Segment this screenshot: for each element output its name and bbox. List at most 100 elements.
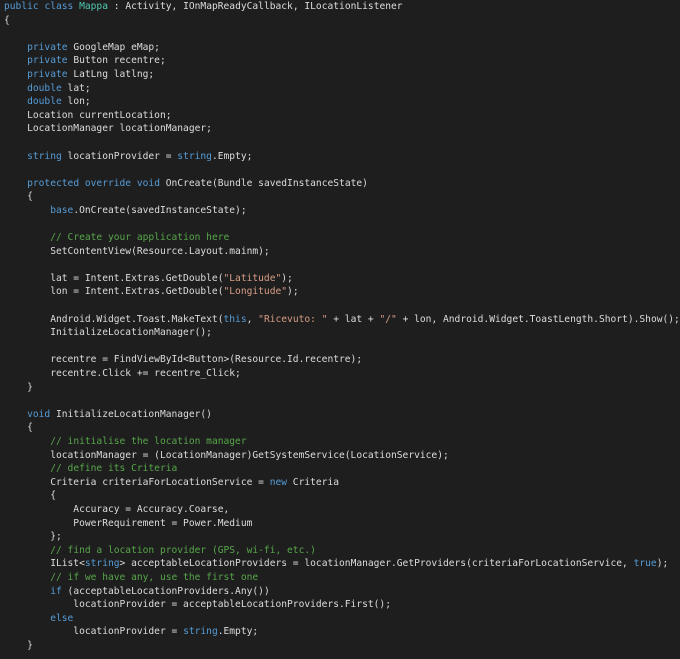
code-line[interactable] xyxy=(0,163,680,177)
code-line[interactable] xyxy=(0,258,680,272)
code-line[interactable]: }; xyxy=(0,530,680,544)
code-token: ); xyxy=(281,272,293,284)
code-token: double xyxy=(27,96,62,108)
code-line[interactable]: LocationManager locationManager; xyxy=(0,122,680,136)
code-line[interactable]: IList<string> acceptableLocationProvider… xyxy=(0,557,680,571)
code-line[interactable]: double lon; xyxy=(0,95,680,109)
code-line[interactable] xyxy=(0,136,680,150)
code-line[interactable]: } xyxy=(0,381,680,395)
code-token: lat = Intent.Extras.GetDouble( xyxy=(4,272,224,284)
code-line[interactable] xyxy=(0,340,680,354)
code-token: private xyxy=(27,68,68,80)
code-line[interactable]: } xyxy=(0,639,680,653)
code-token: true xyxy=(633,558,657,570)
code-token: locationManager = (LocationManager)GetSy… xyxy=(4,449,449,461)
code-token: + lon, Android.Widget.ToastLength.Short)… xyxy=(396,313,680,325)
code-token: lon; xyxy=(61,96,91,108)
code-line[interactable]: public class Mappa : Activity, IOnMapRea… xyxy=(0,0,680,14)
code-line[interactable]: // if we have any, use the first one xyxy=(0,571,680,585)
code-token: PowerRequirement = Power.Medium xyxy=(4,517,253,529)
code-token: SetContentView(Resource.Layout.mainm); xyxy=(4,245,270,257)
code-token: class xyxy=(44,1,74,12)
code-line[interactable]: recentre.Click += recentre_Click; xyxy=(0,367,680,381)
code-line[interactable]: recentre = FindViewById<Button>(Resource… xyxy=(0,353,680,367)
code-line[interactable]: double lat; xyxy=(0,82,680,96)
code-line[interactable]: void InitializeLocationManager() xyxy=(0,408,680,422)
code-token: : Activity, IOnMapReadyCallback, ILocati… xyxy=(108,1,403,12)
code-token: double xyxy=(27,82,62,94)
code-line[interactable] xyxy=(0,218,680,232)
code-token: "Longitude" xyxy=(223,286,288,298)
code-line[interactable]: Location currentLocation; xyxy=(0,109,680,123)
code-line[interactable]: Android.Widget.Toast.MakeText(this, "Ric… xyxy=(0,313,680,327)
code-line[interactable]: private GoogleMap eMap; xyxy=(0,41,680,55)
code-line[interactable] xyxy=(0,27,680,41)
code-line[interactable] xyxy=(0,299,680,313)
code-token: "Latitude" xyxy=(223,272,282,284)
code-token: InitializeLocationManager() xyxy=(50,408,212,420)
code-line[interactable]: PowerRequirement = Power.Medium xyxy=(0,517,680,531)
code-line[interactable]: // define its Criteria xyxy=(0,462,680,476)
code-token: Location currentLocation; xyxy=(4,109,172,121)
code-line[interactable]: SetContentView(Resource.Layout.mainm); xyxy=(0,245,680,259)
code-token: string xyxy=(183,626,218,638)
code-line[interactable]: private Button recentre; xyxy=(0,54,680,68)
code-line[interactable]: InitializeLocationManager(); xyxy=(0,326,680,340)
code-token: string xyxy=(177,150,212,162)
code-line[interactable]: else xyxy=(0,612,680,626)
code-line[interactable]: lon = Intent.Extras.GetDouble("Longitude… xyxy=(0,285,680,299)
code-line[interactable]: lat = Intent.Extras.GetDouble("Latitude"… xyxy=(0,272,680,286)
code-editor[interactable]: public class Mappa : Activity, IOnMapRea… xyxy=(0,0,680,659)
code-line[interactable]: locationProvider = acceptableLocationPro… xyxy=(0,598,680,612)
code-token: (acceptableLocationProviders.Any()) xyxy=(61,585,270,597)
code-line[interactable]: // initialise the location manager xyxy=(0,435,680,449)
code-token: , xyxy=(246,313,259,325)
code-token: else xyxy=(50,612,74,624)
code-line[interactable]: Criteria criteriaForLocationService = ne… xyxy=(0,476,680,490)
code-line[interactable] xyxy=(0,394,680,408)
code-token: LocationManager locationManager; xyxy=(4,123,212,135)
code-token: recentre = FindViewById<Button>(Resource… xyxy=(4,354,363,366)
code-token: .OnCreate(savedInstanceState); xyxy=(73,204,247,216)
code-line[interactable]: base.OnCreate(savedInstanceState); xyxy=(0,204,680,218)
code-token: { xyxy=(4,490,56,502)
code-token: OnCreate(Bundle savedInstanceState) xyxy=(159,177,368,189)
code-line[interactable]: private LatLng latlng; xyxy=(0,68,680,82)
code-line[interactable]: Accuracy = Accuracy.Coarse, xyxy=(0,503,680,517)
code-token: string xyxy=(27,150,62,162)
code-token: protected xyxy=(27,177,80,189)
code-token: if xyxy=(50,585,62,597)
code-line[interactable]: { xyxy=(0,421,680,435)
code-line[interactable]: if (acceptableLocationProviders.Any()) xyxy=(0,585,680,599)
code-token: Criteria xyxy=(287,476,340,488)
code-token: private xyxy=(27,55,68,67)
code-token: { xyxy=(4,422,33,434)
code-line[interactable]: { xyxy=(0,190,680,204)
code-token: Button recentre; xyxy=(67,55,166,67)
code-line[interactable]: // Create your application here xyxy=(0,231,680,245)
code-token: Android.Widget.Toast.MakeText( xyxy=(4,313,224,325)
code-token: LatLng latlng; xyxy=(67,68,155,80)
code-line[interactable]: { xyxy=(0,14,680,28)
code-token: + lat + xyxy=(327,313,380,325)
code-token: IList< xyxy=(4,558,85,570)
code-token: // Create your application here xyxy=(50,232,230,244)
code-line[interactable]: locationManager = (LocationManager)GetSy… xyxy=(0,449,680,463)
code-line[interactable]: string locationProvider = string.Empty; xyxy=(0,150,680,164)
code-token: locationProvider = xyxy=(61,150,178,162)
code-token: Criteria criteriaForLocationService = xyxy=(4,476,270,488)
code-line[interactable]: locationProvider = string.Empty; xyxy=(0,625,680,639)
code-line[interactable]: { xyxy=(0,489,680,503)
code-line[interactable]: protected override void OnCreate(Bundle … xyxy=(0,177,680,191)
code-token: locationProvider = xyxy=(4,626,184,638)
code-line[interactable]: // find a location provider (GPS, wi-fi,… xyxy=(0,544,680,558)
